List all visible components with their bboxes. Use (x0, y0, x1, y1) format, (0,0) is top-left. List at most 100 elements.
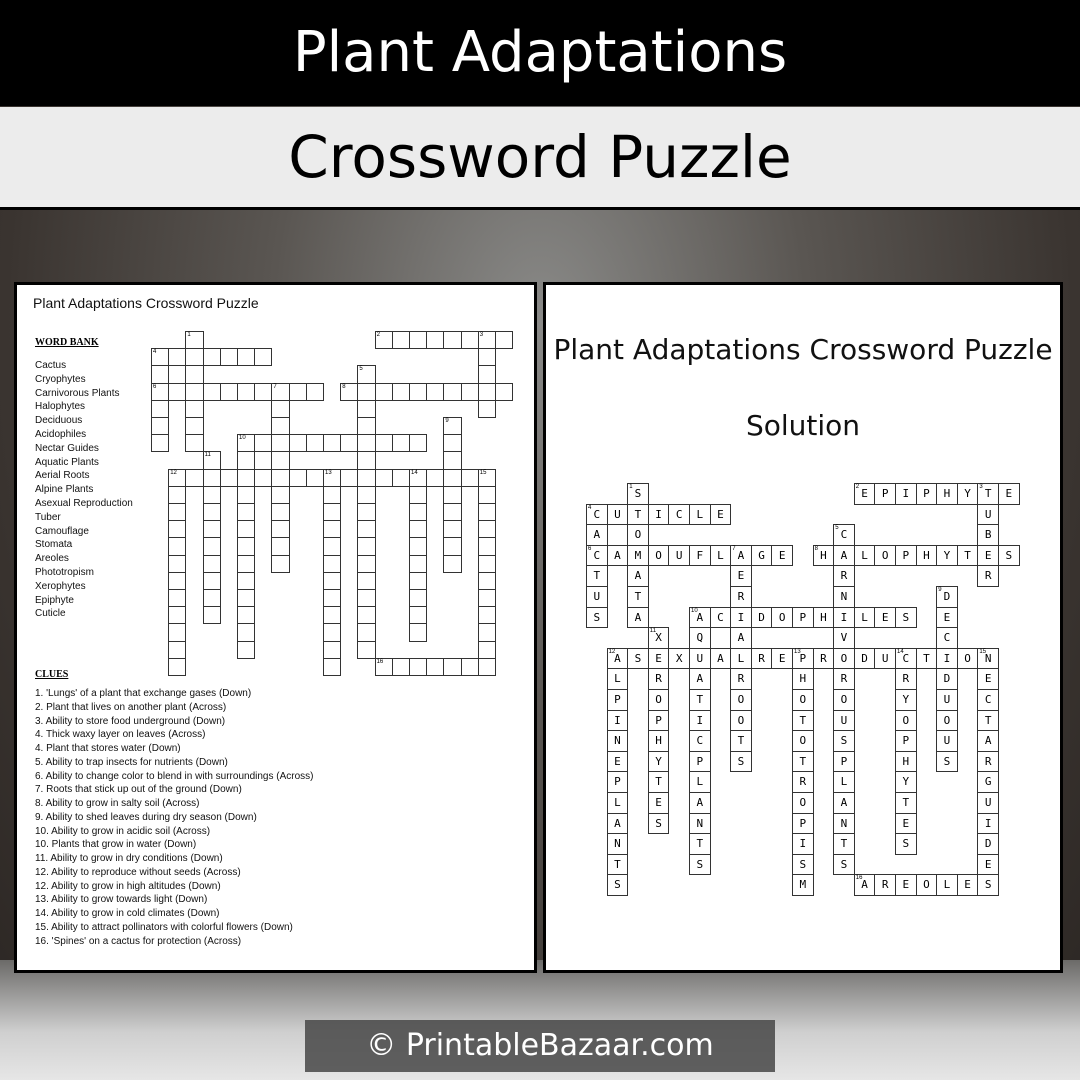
crossword-cell[interactable] (357, 640, 376, 659)
crossword-cell[interactable]: 9 (443, 417, 462, 436)
crossword-cell[interactable] (477, 589, 496, 608)
crossword-cell[interactable] (477, 348, 496, 367)
crossword-cell[interactable] (426, 331, 445, 350)
crossword-cell[interactable] (443, 485, 462, 504)
crossword-cell[interactable] (391, 331, 410, 350)
crossword-cell[interactable] (460, 468, 479, 487)
crossword-cell[interactable] (271, 468, 290, 487)
crossword-cell[interactable] (443, 657, 462, 676)
crossword-cell[interactable]: 7 (271, 382, 290, 401)
crossword-cell[interactable] (357, 589, 376, 608)
crossword-cell[interactable] (374, 434, 393, 453)
crossword-cell[interactable] (409, 331, 428, 350)
crossword-cell[interactable] (151, 365, 170, 384)
crossword-cell[interactable] (357, 623, 376, 642)
crossword-cell[interactable] (340, 434, 359, 453)
crossword-cell[interactable] (254, 468, 273, 487)
crossword-cell[interactable] (168, 554, 187, 573)
crossword-cell[interactable] (357, 503, 376, 522)
crossword-cell[interactable] (168, 382, 187, 401)
crossword-cell[interactable] (168, 657, 187, 676)
crossword-cell[interactable] (237, 348, 256, 367)
crossword-cell[interactable] (202, 537, 221, 556)
crossword-cell[interactable]: 11 (202, 451, 221, 470)
crossword-cell[interactable] (288, 468, 307, 487)
crossword-cell[interactable] (323, 485, 342, 504)
crossword-cell[interactable] (185, 365, 204, 384)
crossword-cell[interactable] (202, 382, 221, 401)
crossword-cell[interactable] (443, 537, 462, 556)
crossword-cell[interactable] (460, 382, 479, 401)
crossword-cell[interactable] (219, 468, 238, 487)
crossword-cell[interactable] (409, 434, 428, 453)
crossword-cell[interactable] (495, 331, 514, 350)
crossword-cell[interactable] (443, 434, 462, 453)
crossword-cell[interactable] (409, 554, 428, 573)
crossword-cell[interactable] (271, 520, 290, 539)
crossword-cell[interactable] (288, 434, 307, 453)
crossword-cell[interactable] (202, 589, 221, 608)
crossword-cell[interactable] (357, 485, 376, 504)
crossword-cell[interactable] (460, 331, 479, 350)
crossword-cell[interactable] (185, 417, 204, 436)
crossword-cell[interactable] (168, 640, 187, 659)
crossword-cell[interactable] (254, 434, 273, 453)
crossword-cell[interactable]: 6 (151, 382, 170, 401)
crossword-cell[interactable] (237, 451, 256, 470)
crossword-cell[interactable] (477, 571, 496, 590)
crossword-cell[interactable] (409, 503, 428, 522)
crossword-cell[interactable] (426, 382, 445, 401)
crossword-cell[interactable] (443, 554, 462, 573)
crossword-cell[interactable] (202, 468, 221, 487)
crossword-cell[interactable]: 12 (168, 468, 187, 487)
crossword-cell[interactable] (357, 417, 376, 436)
crossword-cell[interactable] (409, 589, 428, 608)
crossword-cell[interactable]: 8 (340, 382, 359, 401)
crossword-cell[interactable] (202, 485, 221, 504)
crossword-cell[interactable] (185, 468, 204, 487)
crossword-cell[interactable] (254, 382, 273, 401)
crossword-cell[interactable] (185, 348, 204, 367)
crossword-cell[interactable] (323, 537, 342, 556)
crossword-cell[interactable]: 5 (357, 365, 376, 384)
crossword-cell[interactable] (443, 331, 462, 350)
crossword-cell[interactable] (202, 571, 221, 590)
crossword-cell[interactable] (477, 503, 496, 522)
crossword-cell[interactable] (409, 606, 428, 625)
crossword-cell[interactable] (409, 520, 428, 539)
crossword-cell[interactable] (237, 554, 256, 573)
crossword-cell[interactable] (409, 623, 428, 642)
crossword-cell[interactable] (237, 485, 256, 504)
crossword-cell[interactable] (426, 657, 445, 676)
crossword-cell[interactable] (357, 571, 376, 590)
crossword-cell[interactable] (185, 399, 204, 418)
crossword-cell[interactable] (271, 537, 290, 556)
crossword-cell[interactable] (271, 554, 290, 573)
crossword-cell[interactable] (323, 503, 342, 522)
crossword-cell[interactable]: 2 (374, 331, 393, 350)
crossword-cell[interactable] (357, 468, 376, 487)
crossword-cell[interactable] (237, 503, 256, 522)
crossword-cell[interactable] (391, 657, 410, 676)
crossword-cell[interactable] (477, 520, 496, 539)
crossword-cell[interactable] (460, 657, 479, 676)
crossword-cell[interactable] (391, 434, 410, 453)
crossword-cell[interactable] (323, 606, 342, 625)
crossword-cell[interactable] (202, 606, 221, 625)
crossword-cell[interactable] (168, 520, 187, 539)
crossword-cell[interactable] (357, 606, 376, 625)
crossword-cell[interactable] (202, 554, 221, 573)
crossword-cell[interactable] (391, 468, 410, 487)
crossword-cell[interactable] (477, 606, 496, 625)
crossword-cell[interactable] (237, 640, 256, 659)
crossword-cell[interactable] (237, 623, 256, 642)
crossword-cell[interactable] (271, 503, 290, 522)
crossword-cell[interactable] (185, 434, 204, 453)
crossword-cell[interactable] (477, 554, 496, 573)
crossword-cell[interactable] (443, 468, 462, 487)
crossword-cell[interactable] (357, 537, 376, 556)
crossword-cell[interactable] (374, 468, 393, 487)
crossword-cell[interactable] (409, 382, 428, 401)
crossword-cell[interactable] (168, 571, 187, 590)
crossword-cell[interactable] (237, 606, 256, 625)
